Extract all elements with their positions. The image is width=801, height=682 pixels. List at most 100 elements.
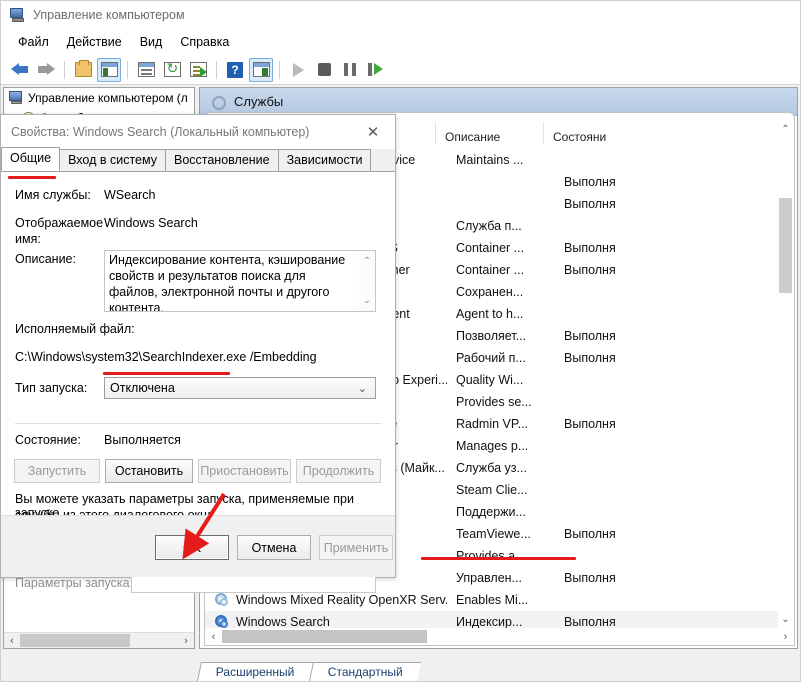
cell-description: Radmin VP... bbox=[456, 417, 529, 431]
display-name-value: Windows Search bbox=[104, 216, 198, 230]
show-action-pane-button[interactable] bbox=[249, 57, 273, 82]
dialog-tabstrip: Общие Вход в систему Восстановление Зави… bbox=[1, 147, 395, 172]
annotation-underline-startup-type bbox=[103, 372, 230, 375]
description-label: Описание: bbox=[15, 252, 76, 266]
close-icon[interactable]: ✕ bbox=[351, 115, 395, 149]
cell-description: TeamViewe... bbox=[456, 527, 531, 541]
service-gear-icon bbox=[210, 95, 226, 110]
chevron-down-icon: ⌄ bbox=[357, 383, 367, 395]
description-textbox[interactable]: Индексирование контента, кэширование сво… bbox=[104, 250, 376, 312]
scroll-down-icon[interactable]: ⌄ bbox=[359, 292, 375, 309]
tab-label: Расширенный bbox=[215, 665, 295, 679]
cell-description: Сохранен... bbox=[456, 285, 524, 299]
cell-state: Выполня bbox=[564, 197, 616, 211]
menu-file[interactable]: Файл bbox=[9, 32, 58, 52]
scroll-left-icon[interactable]: ‹ bbox=[205, 628, 222, 645]
continue-service-button[interactable]: Продолжить bbox=[296, 459, 381, 483]
resume-icon bbox=[368, 63, 384, 76]
export-list-button[interactable] bbox=[186, 58, 210, 82]
export-icon bbox=[189, 62, 207, 77]
service-name-label: Имя службы: bbox=[15, 188, 91, 202]
up-one-level-button[interactable] bbox=[71, 58, 95, 82]
properties-button[interactable] bbox=[134, 58, 158, 82]
refresh-button[interactable] bbox=[160, 58, 184, 82]
start-service-button[interactable]: Запустить bbox=[14, 459, 100, 483]
scroll-left-icon[interactable]: ‹ bbox=[4, 633, 20, 649]
cell-description: Служба п... bbox=[456, 219, 522, 233]
scroll-track[interactable] bbox=[778, 138, 793, 611]
executable-value: C:\Windows\system32\SearchIndexer.exe /E… bbox=[15, 350, 317, 364]
restart-service-button[interactable] bbox=[364, 58, 388, 82]
cell-state: Выполня bbox=[564, 175, 616, 189]
pause-service-button[interactable] bbox=[338, 58, 362, 82]
tab-label: Вход в систему bbox=[68, 153, 157, 167]
tab-logon[interactable]: Вход в систему bbox=[59, 149, 166, 171]
help-button[interactable]: ? bbox=[223, 58, 247, 82]
cell-description: Управлен... bbox=[456, 571, 522, 585]
tab-label: Стандартный bbox=[327, 665, 403, 679]
button-label: Остановить bbox=[114, 464, 184, 478]
tree-item-computer-management[interactable]: Управление компьютером (л bbox=[4, 88, 194, 108]
back-button[interactable] bbox=[8, 58, 32, 82]
stop-service-button[interactable]: Остановить bbox=[105, 459, 193, 483]
stop-service-button[interactable] bbox=[312, 58, 336, 82]
status-value: Выполняется bbox=[104, 433, 181, 447]
scroll-thumb[interactable] bbox=[20, 634, 130, 647]
tab-extended[interactable]: Расширенный bbox=[196, 662, 313, 681]
apply-button[interactable]: Применить bbox=[319, 535, 393, 560]
tab-dependencies[interactable]: Зависимости bbox=[277, 149, 372, 171]
window-right-pane-icon bbox=[252, 62, 270, 77]
cell-service-name: Windows Search bbox=[236, 615, 330, 629]
scroll-right-icon[interactable]: › bbox=[777, 628, 794, 645]
description-scrollbar[interactable]: ⌃ ⌄ bbox=[359, 251, 375, 311]
column-label: Состояни bbox=[553, 130, 607, 144]
services-horizontal-scrollbar[interactable]: ‹ › bbox=[205, 628, 794, 645]
scroll-up-icon[interactable]: ⌃ bbox=[778, 121, 793, 138]
startup-type-combobox[interactable]: Отключена ⌄ bbox=[104, 377, 376, 399]
scroll-right-icon[interactable]: › bbox=[178, 633, 194, 649]
scroll-thumb[interactable] bbox=[779, 198, 792, 293]
column-header-state[interactable]: Состояни bbox=[544, 122, 650, 144]
table-row[interactable]: Windows Search Индексир... Выполня bbox=[205, 611, 780, 629]
tree-horizontal-scrollbar[interactable]: ‹ › bbox=[4, 632, 194, 648]
tab-label: Общие bbox=[10, 151, 52, 165]
cell-state: Выполня bbox=[564, 417, 616, 431]
screen: Управление компьютером Файл Действие Вид… bbox=[0, 0, 801, 682]
menu-action[interactable]: Действие bbox=[58, 32, 131, 52]
tab-general[interactable]: Общие bbox=[1, 147, 61, 171]
description-value: Индексирование контента, кэширование сво… bbox=[109, 253, 346, 312]
cell-service-name: Windows Mixed Reality OpenXR Serv... bbox=[236, 593, 447, 607]
services-vertical-scrollbar[interactable]: ⌃ ⌄ bbox=[778, 121, 793, 628]
toolbar-separator bbox=[127, 60, 128, 79]
menu-help[interactable]: Справка bbox=[171, 32, 238, 52]
button-label: Продолжить bbox=[302, 464, 375, 478]
scroll-down-icon[interactable]: ⌄ bbox=[778, 611, 793, 628]
cancel-button[interactable]: Отмена bbox=[237, 535, 311, 560]
tab-standard[interactable]: Стандартный bbox=[308, 662, 421, 681]
cell-description: Quality Wi... bbox=[456, 373, 524, 387]
cell-description: Steam Clie... bbox=[456, 483, 528, 497]
button-label: Запустить bbox=[27, 464, 87, 478]
tab-label: Восстановление bbox=[173, 153, 270, 167]
show-console-tree-button[interactable] bbox=[97, 57, 121, 82]
cell-description: Container ... bbox=[456, 241, 525, 255]
annotation-underline-windows-search bbox=[421, 557, 576, 560]
cell-description: Индексир... bbox=[456, 615, 523, 629]
divider bbox=[15, 423, 381, 424]
annotation-underline-general-tab bbox=[8, 176, 56, 179]
start-service-button[interactable] bbox=[286, 58, 310, 82]
cell-description: Container ... bbox=[456, 263, 525, 277]
menu-view[interactable]: Вид bbox=[131, 32, 172, 52]
cell-description: Maintains ... bbox=[456, 153, 524, 167]
forward-button[interactable] bbox=[34, 58, 58, 82]
cell-description: Позволяет... bbox=[456, 329, 527, 343]
question-icon: ? bbox=[227, 61, 243, 78]
column-header-description[interactable]: Описание bbox=[436, 122, 544, 144]
stop-icon bbox=[317, 63, 331, 76]
scroll-up-icon[interactable]: ⌃ bbox=[359, 253, 375, 270]
pause-service-button[interactable]: Приостановить bbox=[198, 459, 291, 483]
column-label: Описание bbox=[445, 130, 501, 144]
scroll-thumb[interactable] bbox=[222, 630, 427, 643]
tab-recovery[interactable]: Восстановление bbox=[164, 149, 279, 171]
window-lines-icon bbox=[137, 62, 155, 77]
